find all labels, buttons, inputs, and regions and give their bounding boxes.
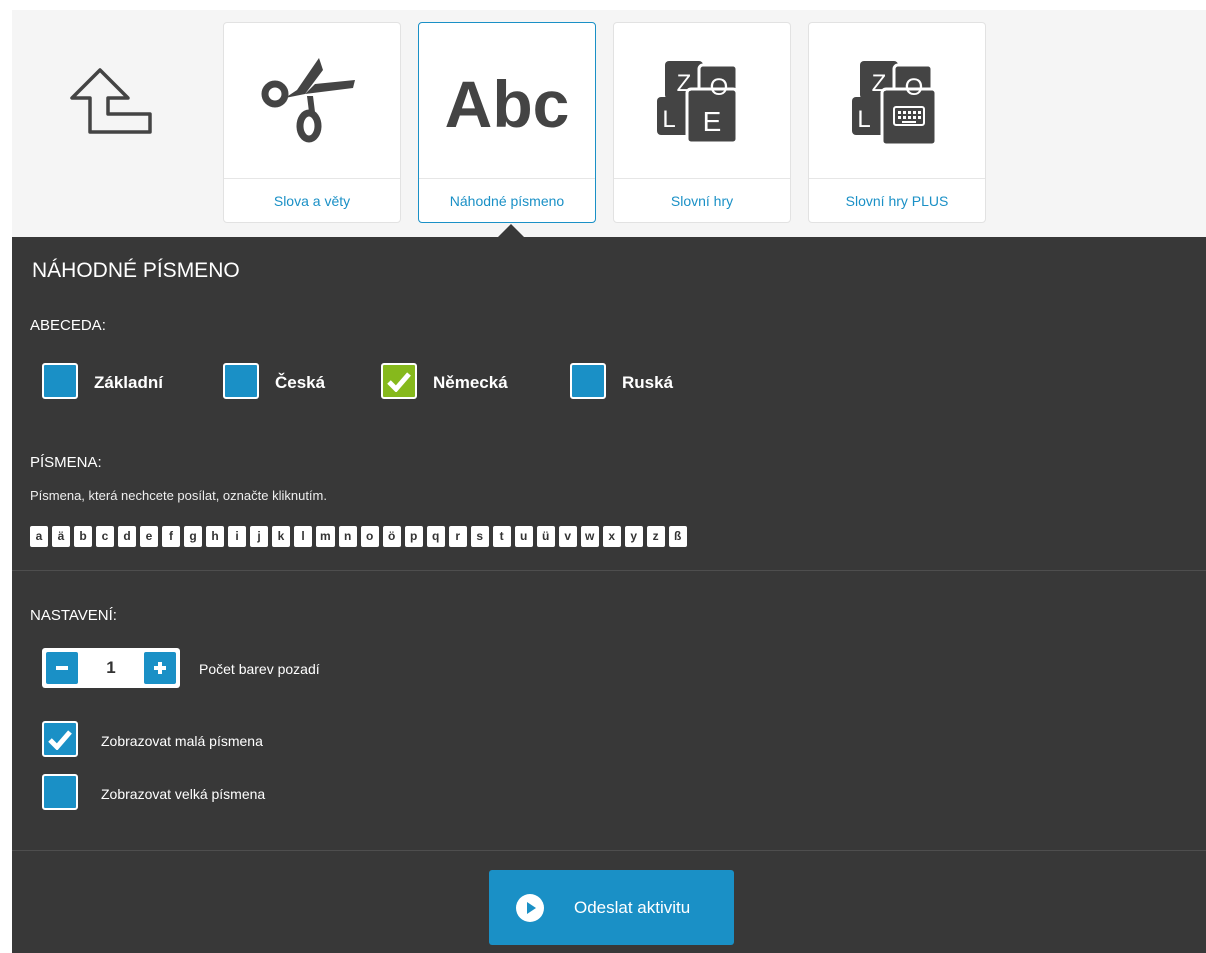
settings-heading: NASTAVENÍ: bbox=[30, 607, 117, 624]
letter-toggle[interactable]: n bbox=[338, 526, 357, 547]
card-label: Slovní hry PLUS bbox=[809, 178, 985, 222]
send-label: Odeslat aktivitu bbox=[574, 898, 691, 917]
tile-letter: L bbox=[662, 106, 675, 133]
card-label: Slovní hry bbox=[614, 178, 790, 222]
letter-toggle[interactable]: z bbox=[646, 526, 665, 547]
letter-toggle[interactable]: j bbox=[250, 526, 268, 547]
plus-icon bbox=[154, 662, 166, 674]
checkbox-label: Česká bbox=[275, 373, 326, 392]
checkbox-ceska[interactable] bbox=[223, 363, 259, 399]
bg-colors-stepper: 1 bbox=[42, 648, 180, 688]
decrement-button[interactable] bbox=[46, 652, 78, 684]
activity-bar bbox=[12, 10, 1206, 237]
check-icon bbox=[48, 730, 72, 750]
checkbox-nemecka[interactable] bbox=[381, 363, 417, 399]
arrow-back-icon bbox=[70, 68, 152, 134]
settings-panel: NÁHODNÉ PÍSMENO ABECEDA: Základní Česká … bbox=[12, 237, 1206, 953]
increment-button[interactable] bbox=[144, 652, 176, 684]
letter-toggle[interactable]: k bbox=[272, 526, 290, 547]
letter-toggle[interactable]: u bbox=[514, 526, 533, 547]
card-label: Slova a věty bbox=[224, 178, 400, 222]
letter-toggle[interactable]: f bbox=[162, 526, 180, 547]
checkbox-label: Základní bbox=[94, 373, 163, 392]
divider bbox=[12, 850, 1206, 851]
letter-toggle[interactable]: e bbox=[140, 526, 158, 547]
scissors-icon bbox=[261, 57, 355, 142]
letter-toggle[interactable]: q bbox=[426, 526, 445, 547]
letter-tiles-icon: Z O L E bbox=[657, 60, 739, 144]
checkbox-label: Ruská bbox=[622, 373, 674, 392]
checkbox-show-lowercase[interactable] bbox=[42, 721, 78, 757]
letter-toggle[interactable]: p bbox=[404, 526, 423, 547]
letter-toggle[interactable]: ä bbox=[52, 526, 70, 547]
bg-colors-value[interactable]: 1 bbox=[88, 648, 134, 688]
letter-toggle[interactable]: x bbox=[602, 526, 621, 547]
option-label: Zobrazovat malá písmena bbox=[101, 733, 263, 749]
letter-toggle[interactable]: l bbox=[294, 526, 312, 547]
letter-toggle[interactable]: t bbox=[492, 526, 511, 547]
active-card-pointer bbox=[497, 224, 525, 238]
letter-toggle[interactable]: h bbox=[206, 526, 224, 547]
letter-toggle[interactable]: s bbox=[470, 526, 489, 547]
card-slovni-hry[interactable]: Z O L E Slovní hry bbox=[613, 22, 791, 223]
tile-letter: Z bbox=[677, 70, 692, 97]
minus-icon bbox=[56, 666, 68, 670]
letter-toggle[interactable]: r bbox=[448, 526, 467, 547]
letters-hint: Písmena, která nechcete posílat, označte… bbox=[30, 488, 327, 503]
tile-letter: O bbox=[710, 74, 729, 101]
checkbox-ruska[interactable] bbox=[570, 363, 606, 399]
card-label: Náhodné písmeno bbox=[419, 178, 595, 222]
letter-toggle[interactable]: b bbox=[74, 526, 92, 547]
card-slovni-hry-plus[interactable]: Z O L Slovní hry PLUS bbox=[808, 22, 986, 223]
card-nahodne-pismeno[interactable]: Abc Náhodné písmeno bbox=[418, 22, 596, 223]
letter-toggle[interactable]: ö bbox=[382, 526, 401, 547]
option-label: Zobrazovat velká písmena bbox=[101, 786, 266, 802]
panel-title: NÁHODNÉ PÍSMENO bbox=[32, 259, 240, 282]
back-button[interactable] bbox=[62, 58, 162, 158]
play-icon bbox=[516, 894, 544, 922]
tile-letter: Z bbox=[872, 70, 887, 97]
bg-colors-label: Počet barev pozadí bbox=[199, 661, 320, 677]
tile-letter: O bbox=[905, 74, 924, 101]
letter-toggle[interactable]: g bbox=[184, 526, 202, 547]
letters-heading: PÍSMENA: bbox=[30, 454, 102, 471]
tile-letter: L bbox=[857, 106, 870, 133]
checkbox-zakladni[interactable] bbox=[42, 363, 78, 399]
letter-toggle[interactable]: o bbox=[360, 526, 379, 547]
tile-letter: E bbox=[703, 106, 722, 137]
letter-toggle[interactable]: v bbox=[558, 526, 577, 547]
letter-toggle[interactable]: c bbox=[96, 526, 114, 547]
letter-toggle[interactable]: ü bbox=[536, 526, 555, 547]
abc-icon-text: Abc bbox=[445, 67, 570, 141]
letter-list: a ä b c d e f g h i j k l m n o ö p q r … bbox=[30, 526, 687, 547]
checkbox-label: Německá bbox=[433, 373, 508, 392]
letter-toggle[interactable]: y bbox=[624, 526, 643, 547]
letter-toggle[interactable]: ß bbox=[668, 526, 687, 547]
abc-icon: Abc bbox=[445, 67, 570, 141]
letter-toggle[interactable]: d bbox=[118, 526, 136, 547]
letter-toggle[interactable]: a bbox=[30, 526, 48, 547]
card-slova-a-vety[interactable]: Slova a věty bbox=[223, 22, 401, 223]
letter-toggle[interactable]: w bbox=[580, 526, 599, 547]
send-activity-button[interactable]: Odeslat aktivitu bbox=[489, 870, 734, 945]
alphabet-heading: ABECEDA: bbox=[30, 317, 106, 334]
check-icon bbox=[387, 372, 411, 392]
letter-tiles-keyboard-icon: Z O L bbox=[852, 60, 938, 146]
letter-toggle[interactable]: m bbox=[316, 526, 335, 547]
divider bbox=[12, 570, 1206, 571]
letter-toggle[interactable]: i bbox=[228, 526, 246, 547]
checkbox-show-uppercase[interactable] bbox=[42, 774, 78, 810]
